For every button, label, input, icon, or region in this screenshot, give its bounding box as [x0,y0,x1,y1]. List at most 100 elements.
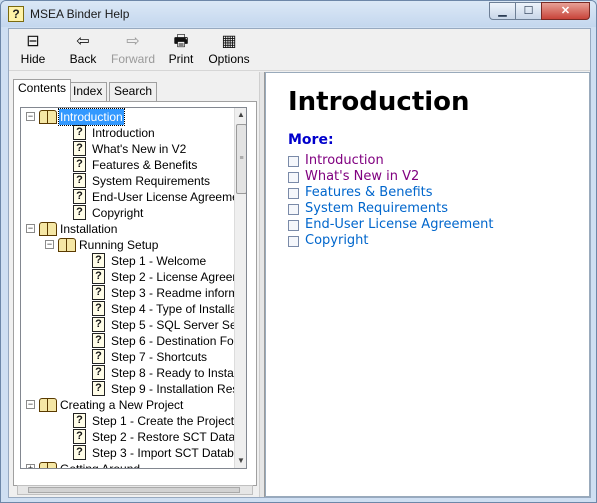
tree-topic-item[interactable]: ? Features & Benefits [21,157,234,173]
tree-topic-item[interactable]: ? Step 2 - Restore SCT Database [21,429,246,445]
maximize-button[interactable]: ☐ [515,2,542,20]
tab-contents[interactable]: Contents [13,79,72,102]
window-title: MSEA Binder Help [30,7,130,21]
forward-button[interactable]: ⇨ Forward [109,32,157,70]
tree-topic-item[interactable]: ? Step 4 - Type of Installation [21,301,246,317]
open-book-icon [39,462,57,468]
tree-item-label: Getting Around [60,462,141,469]
tree-folder-item[interactable]: − Running Setup [21,237,234,253]
forward-label: Forward [110,52,155,66]
tree-topic-item[interactable]: ? Step 7 - Shortcuts [21,349,234,365]
help-topic-icon: ? [92,349,105,364]
tree-topic-item[interactable]: ? Step 6 - Destination Folder [21,333,246,349]
link-bullet-icon [288,236,299,247]
help-topic-icon: ? [73,157,86,172]
printer-icon: 🖶 [173,33,189,50]
tree-item-label: Introduction [58,108,125,126]
help-topic-icon: ? [73,189,86,204]
topic-link-text[interactable]: System Requirements [305,201,448,217]
tree-item-label: Step 9 - Installation Result [111,382,247,396]
tree-topic-item[interactable]: ? Step 2 - License Agreement [21,269,246,285]
tree-item-label: Step 6 - Destination Folder [111,334,247,348]
title-bar[interactable]: ? MSEA Binder Help ▁ ☐ ✕ [1,1,596,27]
tree-item-label: System Requirements [92,174,211,188]
hide-button[interactable]: ⊟ Hide [15,32,51,70]
link-bullet-icon [288,204,299,215]
tree-item-label: Step 3 - Import SCT Database [92,446,247,460]
close-button[interactable]: ✕ [541,2,590,20]
tree-folder-item[interactable]: + Getting Around [21,461,234,469]
tree-item-label: Installation [60,222,118,236]
collapse-icon[interactable]: − [26,224,35,233]
tree-folder-item[interactable]: − Creating a New Project [21,397,234,413]
tree-item-label: Features & Benefits [92,158,198,172]
collapse-icon[interactable]: − [26,112,35,121]
tree-topic-item[interactable]: ? Step 8 - Ready to Install [21,365,239,381]
link-bullet-icon [288,172,299,183]
hide-pane-icon: ⊟ [26,33,40,50]
tree-topic-item[interactable]: ? Step 5 - SQL Server Settings [21,317,246,333]
contents-tree[interactable]: + Getting Around? Step 3 - Import SCT Data… [20,107,247,469]
tree-vertical-scrollbar[interactable]: ▲ ≡ ▼ [234,108,246,468]
help-topic-icon: ? [73,125,86,140]
minimize-button[interactable]: ▁ [489,2,516,20]
collapse-icon[interactable]: − [26,400,35,409]
tree-horizontal-scrollbar[interactable] [17,485,253,495]
tree-topic-item[interactable]: ? Step 1 - Create the Project [21,413,234,429]
link-bullet-icon [288,220,299,231]
expand-icon[interactable]: + [26,464,35,468]
print-label: Print [168,52,194,66]
help-topic-icon: ? [92,381,105,396]
link-bullet-icon [288,156,299,167]
tab-index[interactable]: Index [68,82,108,101]
tab-search[interactable]: Search [109,82,158,101]
tree-item-label: Step 5 - SQL Server Settings [111,318,246,332]
print-button[interactable]: 🖶 Print [164,32,198,70]
topic-pane: Introduction More: Introduction What's Ne… [265,72,590,497]
tree-item-label: Step 1 - Create the Project [92,414,235,428]
topic-link-text[interactable]: Introduction [305,153,384,169]
horizontal-scroll-thumb[interactable] [28,487,240,493]
tree-topic-item[interactable]: ? Step 1 - Welcome [21,253,234,269]
back-arrow-icon: ⇦ [76,33,90,50]
scroll-up-icon[interactable]: ▲ [235,108,246,122]
toolbar: ⊟ Hide ⇦ Back ⇨ Forward 🖶 Print ▦ Option… [9,29,590,71]
tree-topic-item[interactable]: ? Copyright [21,205,234,221]
help-topic-icon: ? [92,317,105,332]
topic-link-text[interactable]: Copyright [305,233,369,249]
tree-topic-item[interactable]: ? What's New in V2 [21,141,234,157]
tree-topic-item[interactable]: ? Step 3 - Readme information [21,285,246,301]
options-icon: ▦ [221,33,237,50]
topic-link-text[interactable]: Features & Benefits [305,185,433,201]
help-topic-icon: ? [92,301,105,316]
forward-arrow-icon: ⇨ [126,33,140,50]
topic-link-text[interactable]: End-User License Agreement [305,217,494,233]
scroll-down-icon[interactable]: ▼ [235,454,246,468]
tree-item-label: Step 2 - License Agreement [111,270,247,284]
tree-topic-item[interactable]: ? End-User License Agreement [21,189,246,205]
tree-topic-item[interactable]: ? System Requirements [21,173,234,189]
scroll-thumb[interactable]: ≡ [236,124,246,194]
open-book-icon [58,238,76,252]
hide-label: Hide [20,52,46,66]
tree-topic-item[interactable]: ? Step 3 - Import SCT Database [21,445,246,461]
back-button[interactable]: ⇦ Back [64,32,102,70]
collapse-icon[interactable]: − [45,240,54,249]
help-topic-icon: ? [73,413,86,428]
topic-link-text[interactable]: What's New in V2 [305,169,419,185]
tree-topic-item[interactable]: ? Step 9 - Installation Result [21,381,246,397]
tree-folder-item[interactable]: − Installation [21,221,234,237]
options-label: Options [208,52,250,66]
tree-folder-item[interactable]: − Introduction [21,108,234,126]
tree-item-label: End-User License Agreement [92,190,247,204]
options-button[interactable]: ▦ Options [206,32,252,70]
tree-item-label: Step 4 - Type of Installation [111,302,247,316]
open-book-icon [39,222,57,236]
tree-item-label: Step 3 - Readme information [111,286,246,300]
open-book-icon [39,110,57,124]
tree-item-label: Step 2 - Restore SCT Database [92,430,247,444]
help-topic-icon: ? [73,141,86,156]
open-book-icon [39,398,57,412]
tree-topic-item[interactable]: ? Introduction [21,125,234,141]
help-topic-icon: ? [92,269,105,284]
